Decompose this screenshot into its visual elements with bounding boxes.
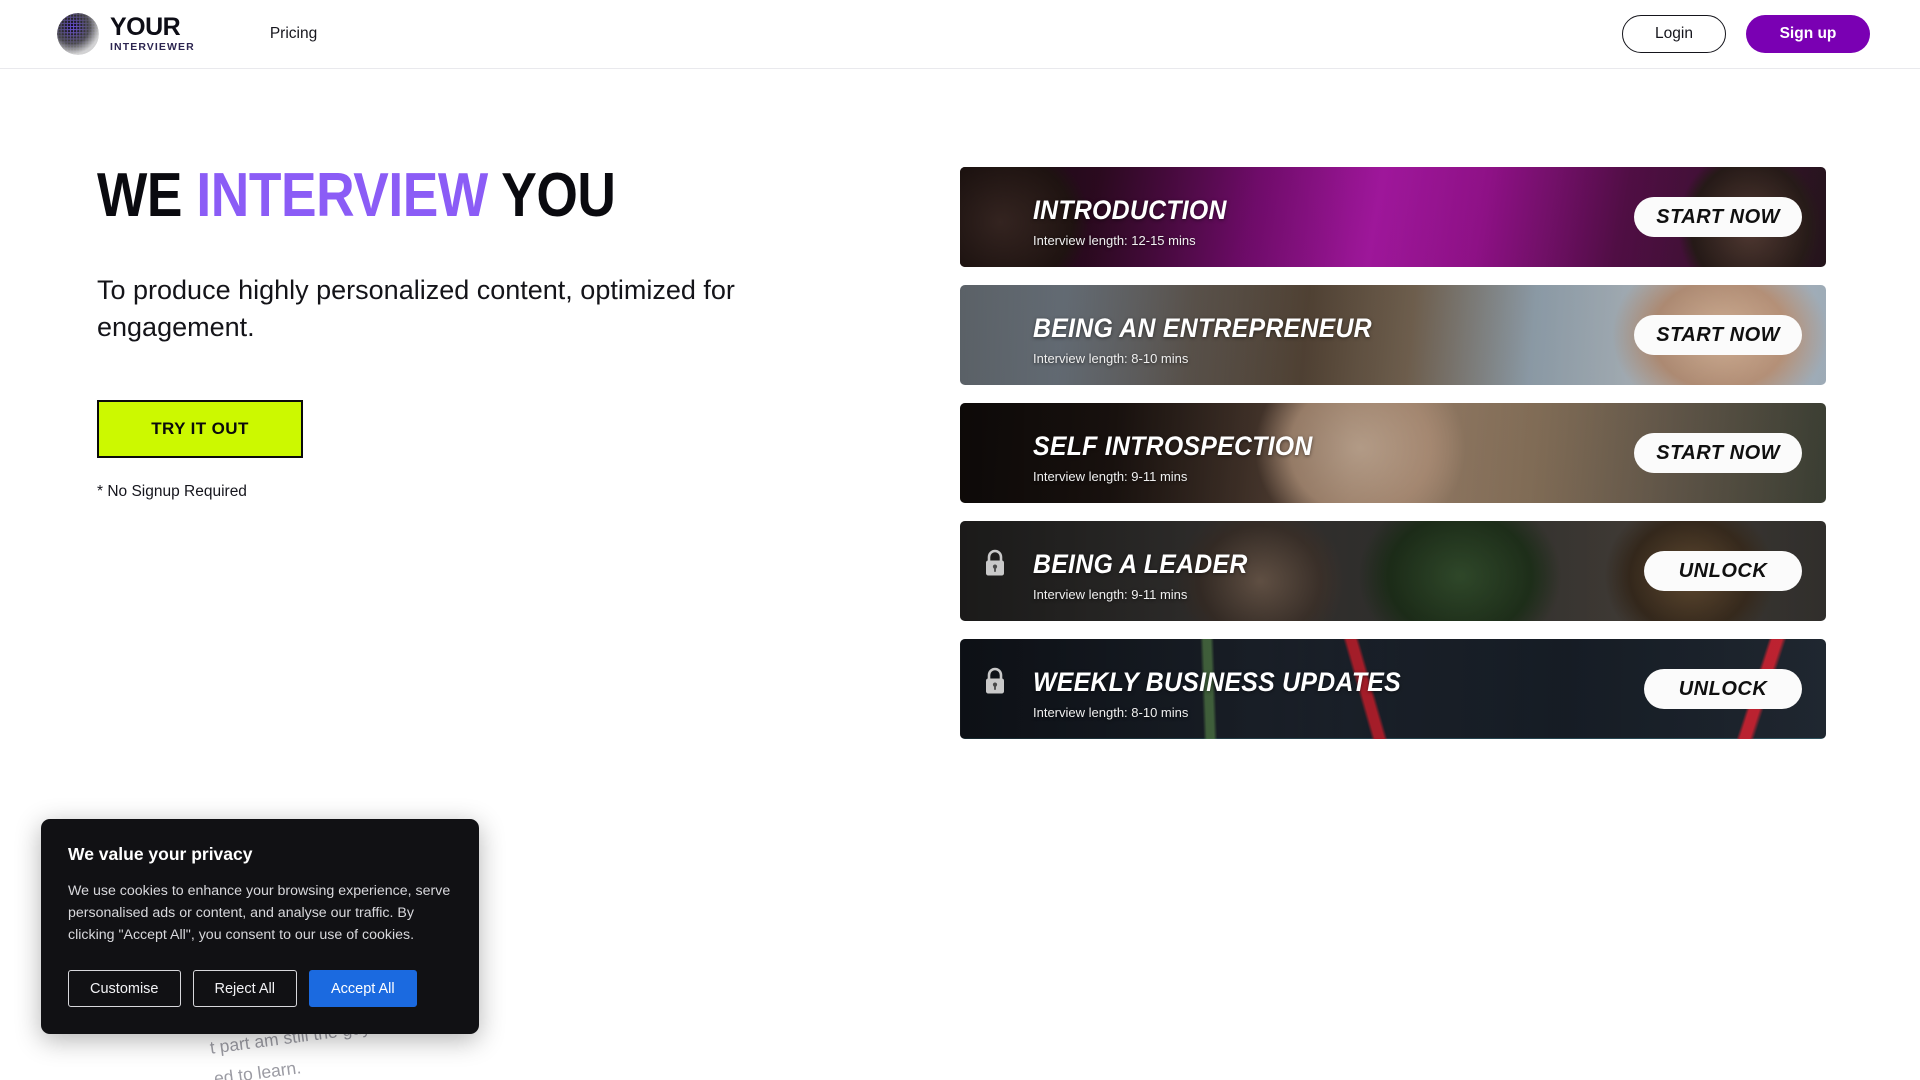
start-now-button[interactable]: START NOW [1634,197,1802,237]
page-title: WE INTERVIEW YOU [97,165,802,227]
main-nav: Pricing [270,25,317,43]
card-title: BEING A LEADER [1033,549,1248,579]
signup-button[interactable]: Sign up [1746,15,1870,53]
card-length: Interview length: 8-10 mins [1033,705,1189,720]
card-length: Interview length: 9-11 mins [1033,587,1188,602]
halftone-sphere-icon [55,11,101,57]
interview-card-weekly-business-updates[interactable]: WEEKLY BUSINESS UPDATES Interview length… [960,639,1826,739]
cookie-banner-body: We use cookies to enhance your browsing … [68,883,451,943]
try-it-out-button[interactable]: TRY IT OUT [97,399,303,458]
nav-item-pricing[interactable]: Pricing [270,25,317,43]
reject-all-cookies-button[interactable]: Reject All [192,970,297,1007]
hero-section: WE INTERVIEW YOU To produce highly perso… [97,165,917,501]
logo[interactable]: YOUR INTERVIEWER [55,11,195,57]
accept-all-cookies-button[interactable]: Accept All [308,970,417,1007]
logo-title: YOUR [110,13,181,42]
card-length: Interview length: 8-10 mins [1033,351,1189,366]
login-button[interactable]: Login [1622,15,1726,53]
card-length: Interview length: 9-11 mins [1033,469,1188,484]
headline-part-1: WE [97,161,197,230]
interview-card-introduction[interactable]: INTRODUCTION Interview length: 12-15 min… [960,167,1826,267]
unlock-button[interactable]: UNLOCK [1644,551,1802,591]
lock-icon [982,666,1008,696]
card-title: WEEKLY BUSINESS UPDATES [1033,667,1401,697]
no-signup-note: * No Signup Required [97,482,247,500]
unlock-button[interactable]: UNLOCK [1644,669,1802,709]
customise-cookies-button[interactable]: Customise [68,970,181,1007]
start-now-button[interactable]: START NOW [1634,433,1802,473]
card-title: INTRODUCTION [1033,195,1227,225]
card-length: Interview length: 12-15 mins [1033,233,1196,248]
interview-cards-list: INTRODUCTION Interview length: 12-15 min… [960,167,1826,757]
lock-icon [982,548,1008,578]
logo-subtitle: INTERVIEWER [110,41,195,54]
headline-part-2: YOU [487,161,616,230]
cookie-banner-title: We value your privacy [68,844,253,864]
cookie-consent-banner: We value your privacy We use cookies to … [41,819,479,1034]
headline-accent: INTERVIEW [196,161,488,230]
hero-subheadline: To produce highly personalized content, … [97,275,735,342]
interview-card-being-a-leader[interactable]: BEING A LEADER Interview length: 9-11 mi… [960,521,1826,621]
interview-card-self-introspection[interactable]: SELF INTROSPECTION Interview length: 9-1… [960,403,1826,503]
start-now-button[interactable]: START NOW [1634,315,1802,355]
card-title: BEING AN ENTREPRENEUR [1033,313,1372,343]
header-actions: Login Sign up [1622,15,1870,53]
card-title: SELF INTROSPECTION [1033,431,1313,461]
interview-card-being-an-entrepreneur[interactable]: BEING AN ENTREPRENEUR Interview length: … [960,285,1826,385]
site-header: YOUR INTERVIEWER Pricing Login Sign up [0,0,1920,69]
cookie-banner-actions: Customise Reject All Accept All [68,970,452,1007]
